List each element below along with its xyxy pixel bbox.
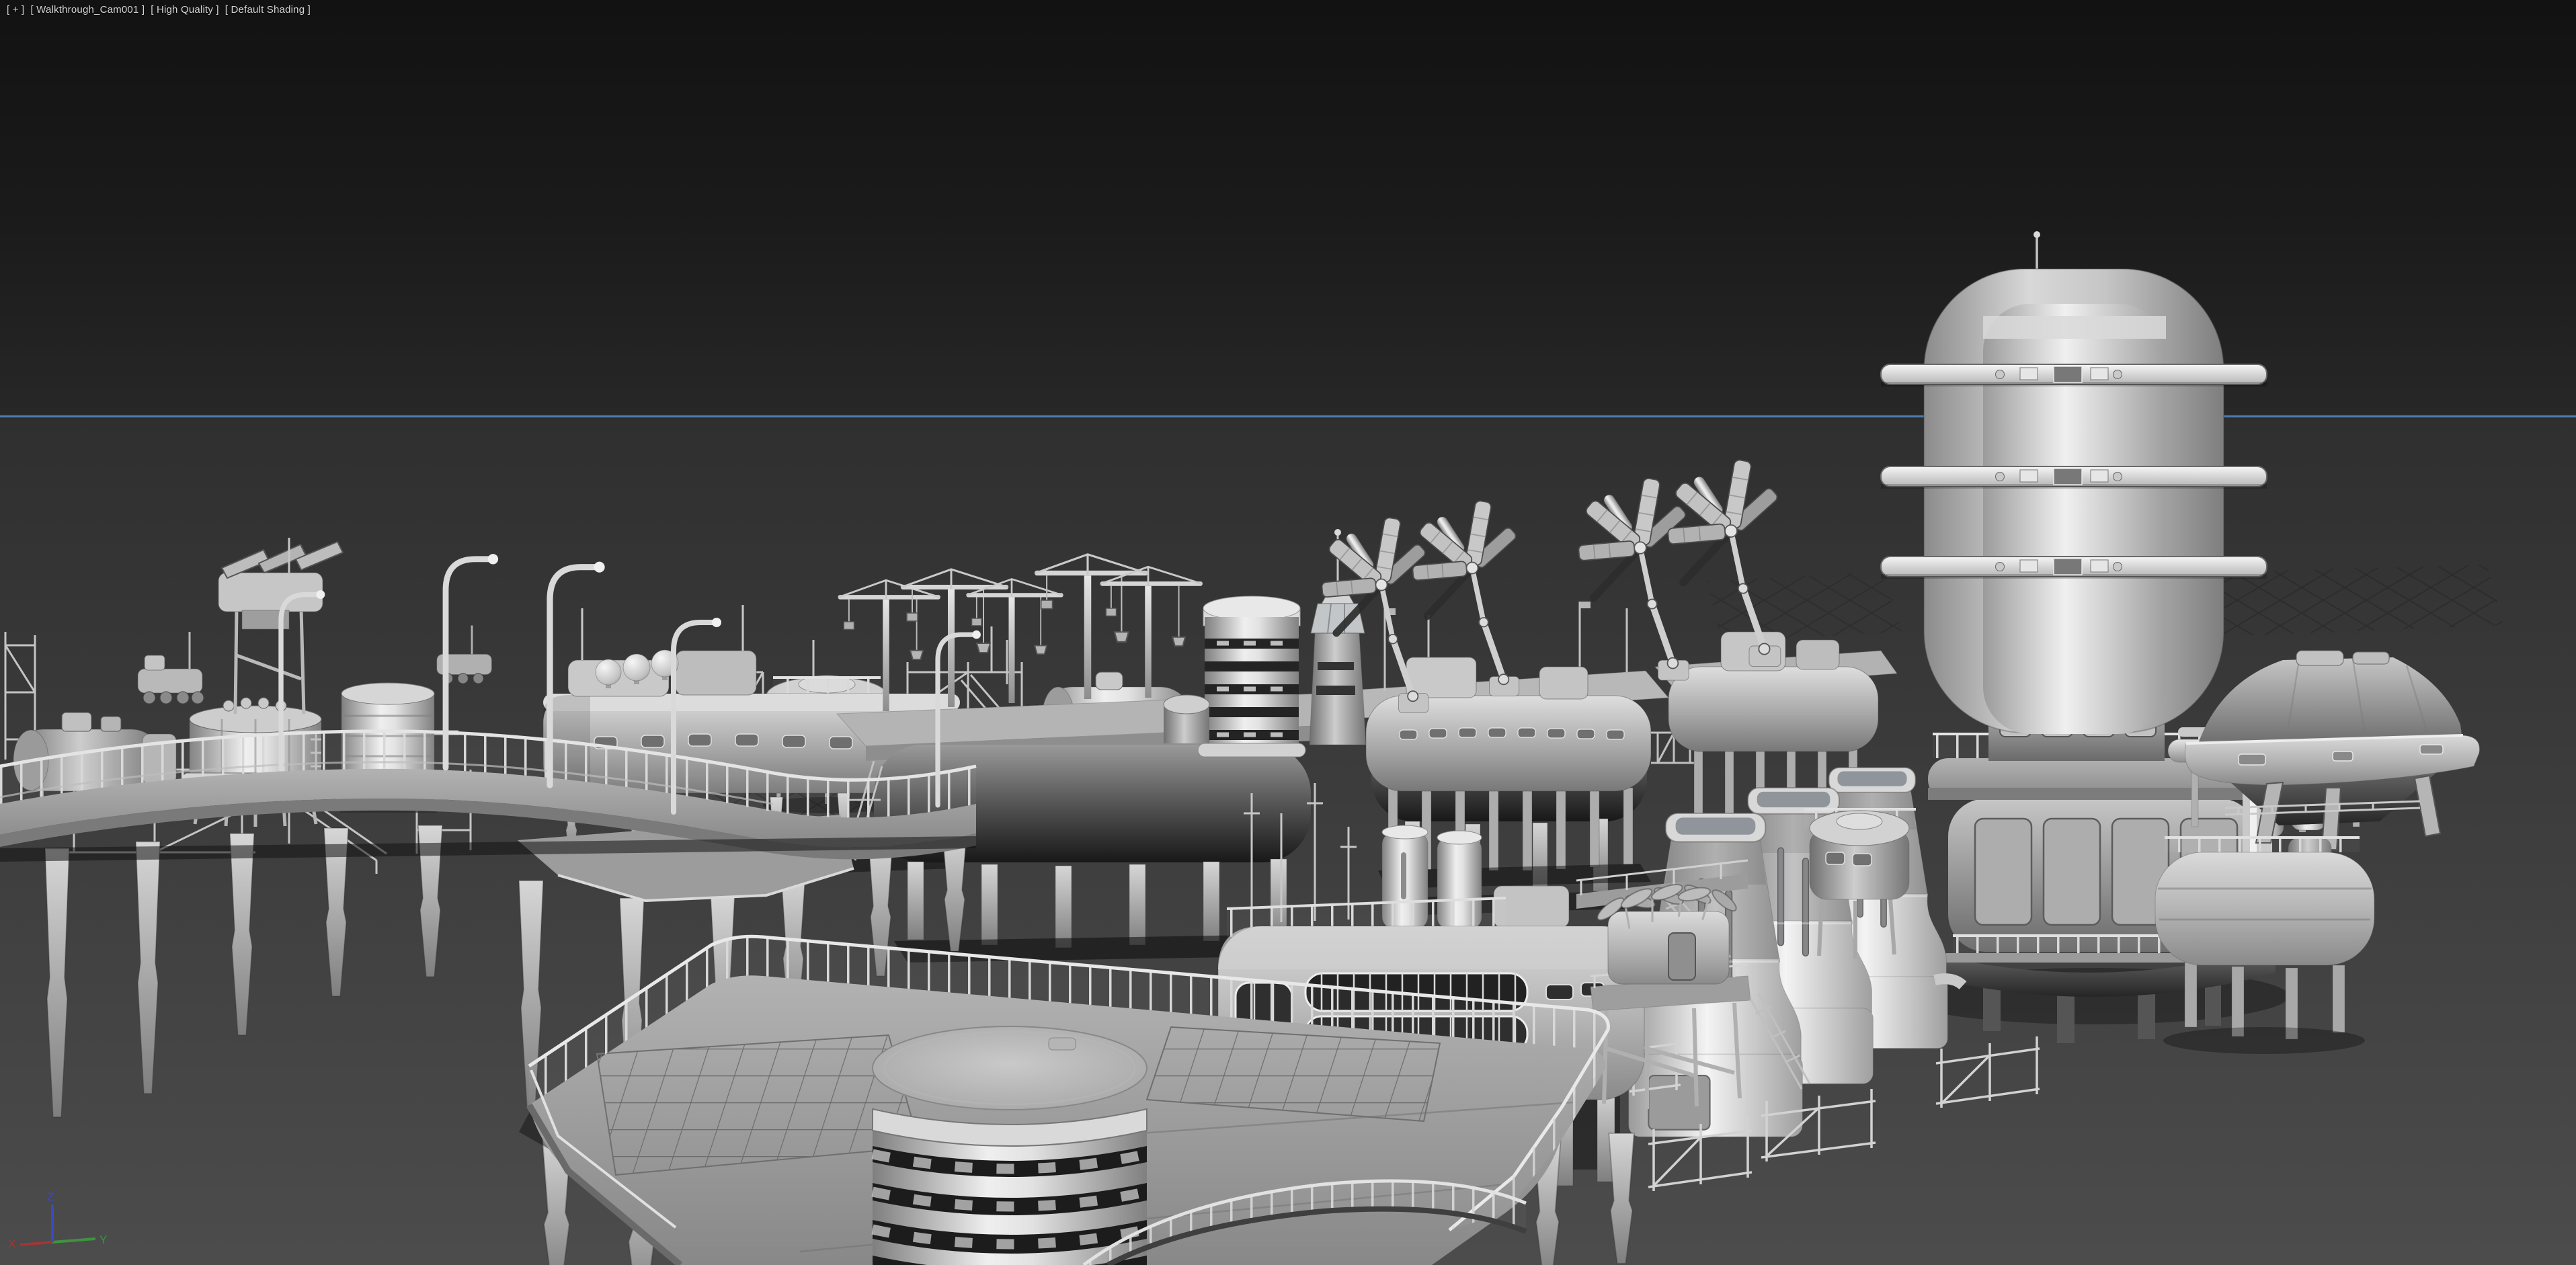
y-axis-label: Y xyxy=(99,1233,107,1246)
viewport-label: [ + ] [ Walkthrough_Cam001 ] [ High Qualit… xyxy=(7,4,317,15)
cylinder-cap xyxy=(873,1026,1147,1110)
central-cylinder-tower[interactable] xyxy=(873,1026,1147,1265)
viewport-quality-menu[interactable]: [ High Quality ] xyxy=(151,4,219,15)
viewport[interactable]: [ + ] [ Walkthrough_Cam001 ] [ High Qualit… xyxy=(0,0,2576,1265)
viewport-shading-menu[interactable]: [ Default Shading ] xyxy=(225,4,311,15)
banded-silo[interactable] xyxy=(1198,596,1305,757)
x-axis-label: X xyxy=(8,1237,15,1250)
viewport-pov-menu[interactable]: [ Walkthrough_Cam001 ] xyxy=(30,4,145,15)
z-axis-label: Z xyxy=(47,1190,54,1203)
satellite-hull-2[interactable] xyxy=(1668,667,1878,751)
scene-canvas[interactable]: X Y Z xyxy=(0,0,2576,1265)
viewport-general-menu[interactable]: [ + ] xyxy=(7,4,24,15)
dome-tank[interactable] xyxy=(1164,695,1209,743)
